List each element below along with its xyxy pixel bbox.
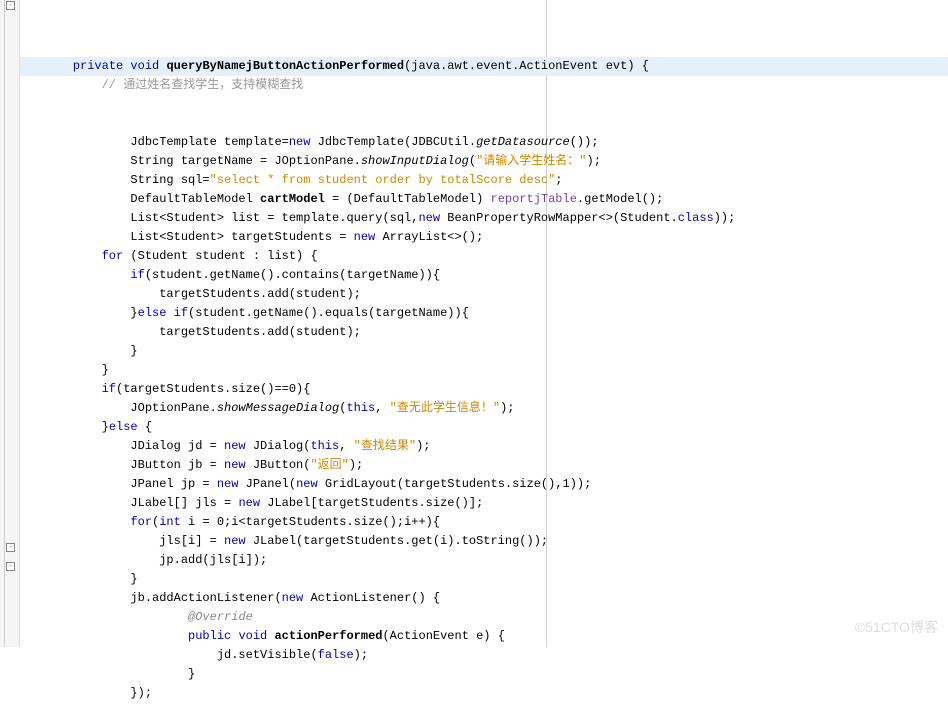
code-line[interactable]: JdbcTemplate template=new JdbcTemplate(J… bbox=[20, 133, 948, 152]
code-line[interactable]: targetStudents.add(student); bbox=[20, 285, 948, 304]
code-line[interactable]: String sql="select * from student order … bbox=[20, 171, 948, 190]
code-line[interactable]: }else { bbox=[20, 418, 948, 437]
code-line[interactable]: } bbox=[20, 342, 948, 361]
editor-gutter: - - - bbox=[0, 0, 20, 647]
code-line[interactable]: jp.add(jls[i]); bbox=[20, 551, 948, 570]
code-line[interactable]: if(student.getName().contains(targetName… bbox=[20, 266, 948, 285]
code-line[interactable]: String targetName = JOptionPane.showInpu… bbox=[20, 152, 948, 171]
code-line[interactable]: } bbox=[20, 361, 948, 380]
code-line[interactable]: for (Student student : list) { bbox=[20, 247, 948, 266]
code-line[interactable]: JButton jb = new JButton("返回"); bbox=[20, 456, 948, 475]
fold-marker[interactable]: - bbox=[6, 543, 15, 552]
code-line[interactable]: JPanel jp = new JPanel(new GridLayout(ta… bbox=[20, 475, 948, 494]
code-line[interactable]: jd.setVisible(false); bbox=[20, 646, 948, 665]
code-line[interactable]: for(int i = 0;i<targetStudents.size();i+… bbox=[20, 513, 948, 532]
code-line[interactable]: } bbox=[20, 570, 948, 589]
code-line[interactable]: DefaultTableModel cartModel = (DefaultTa… bbox=[20, 190, 948, 209]
gutter-guide bbox=[4, 0, 5, 647]
code-line[interactable]: }); bbox=[20, 684, 948, 703]
code-line[interactable]: JLabel[] jls = new JLabel[targetStudents… bbox=[20, 494, 948, 513]
code-line[interactable]: public void actionPerformed(ActionEvent … bbox=[20, 627, 948, 646]
code-line[interactable]: jls[i] = new JLabel(targetStudents.get(i… bbox=[20, 532, 948, 551]
code-line[interactable]: } bbox=[20, 665, 948, 684]
code-line[interactable]: @Override bbox=[20, 608, 948, 627]
code-line[interactable]: targetStudents.add(student); bbox=[20, 323, 948, 342]
watermark: ©51CTO博客 bbox=[855, 617, 938, 637]
fold-marker[interactable]: - bbox=[6, 1, 15, 10]
code-line[interactable] bbox=[20, 95, 948, 114]
code-line[interactable]: JDialog jd = new JDialog(this, "查找结果"); bbox=[20, 437, 948, 456]
code-line[interactable]: if(targetStudents.size()==0){ bbox=[20, 380, 948, 399]
code-line[interactable] bbox=[20, 114, 948, 133]
fold-marker[interactable]: - bbox=[6, 562, 15, 571]
code-line[interactable]: private void queryByNamejButtonActionPer… bbox=[20, 57, 948, 76]
code-line[interactable]: List<Student> list = template.query(sql,… bbox=[20, 209, 948, 228]
code-line[interactable]: JOptionPane.showMessageDialog(this, "查无此… bbox=[20, 399, 948, 418]
code-line[interactable]: // 通过姓名查找学生，支持模糊查找 bbox=[20, 76, 948, 95]
code-line[interactable]: List<Student> targetStudents = new Array… bbox=[20, 228, 948, 247]
code-line[interactable]: }else if(student.getName().equals(target… bbox=[20, 304, 948, 323]
code-line[interactable]: jb.addActionListener(new ActionListener(… bbox=[20, 589, 948, 608]
code-editor-area[interactable]: private void queryByNamejButtonActionPer… bbox=[20, 0, 948, 647]
